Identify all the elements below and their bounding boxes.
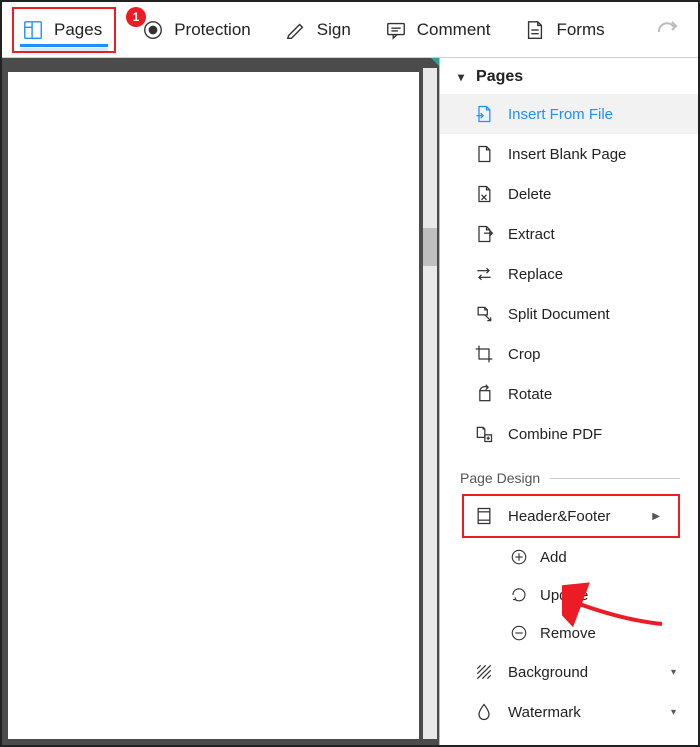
menu-label: Crop bbox=[508, 346, 541, 363]
tab-protection[interactable]: Protection bbox=[134, 13, 259, 47]
menu-delete[interactable]: Delete bbox=[440, 174, 698, 214]
forms-icon bbox=[524, 19, 546, 41]
document-page[interactable] bbox=[8, 72, 419, 739]
menu-label: Background bbox=[508, 664, 588, 681]
tab-sign-label: Sign bbox=[317, 20, 351, 40]
tab-comment-label: Comment bbox=[417, 20, 491, 40]
crop-icon bbox=[474, 344, 494, 364]
menu-label: Insert From File bbox=[508, 106, 613, 123]
comment-icon bbox=[385, 19, 407, 41]
tab-pages-label: Pages bbox=[54, 20, 102, 40]
update-icon bbox=[510, 586, 528, 604]
panel-header[interactable]: ▾ Pages bbox=[440, 64, 698, 94]
menu-label: Combine PDF bbox=[508, 426, 602, 443]
submenu-remove[interactable]: Remove bbox=[440, 614, 698, 652]
tab-comment[interactable]: Comment bbox=[377, 13, 499, 47]
protection-icon bbox=[142, 19, 164, 41]
submenu-label: Add bbox=[540, 549, 567, 566]
menu-label: Replace bbox=[508, 266, 563, 283]
menu-label: Watermark bbox=[508, 704, 581, 721]
menu-replace[interactable]: Replace bbox=[440, 254, 698, 294]
background-icon bbox=[474, 662, 494, 682]
replace-icon bbox=[474, 264, 494, 284]
tab-forms[interactable]: Forms bbox=[516, 13, 612, 47]
rotate-icon bbox=[474, 384, 494, 404]
header-footer-icon bbox=[474, 506, 494, 526]
top-toolbar: Pages Protection Sign Comment Forms bbox=[2, 2, 698, 58]
doc-dropdown-handle[interactable] bbox=[431, 58, 439, 66]
submenu-label: Remove bbox=[540, 625, 596, 642]
menu-label: Insert Blank Page bbox=[508, 146, 626, 163]
menu-label: Extract bbox=[508, 226, 555, 243]
extract-icon bbox=[474, 224, 494, 244]
combine-icon bbox=[474, 424, 494, 444]
pages-panel: ▾ Pages Insert From File Insert Blank Pa… bbox=[440, 58, 698, 745]
insert-file-icon bbox=[474, 104, 494, 124]
tab-sign[interactable]: Sign bbox=[277, 13, 359, 47]
menu-background[interactable]: Background ▾ bbox=[440, 652, 698, 692]
tab-forms-label: Forms bbox=[556, 20, 604, 40]
collapse-caret-icon: ▾ bbox=[458, 70, 464, 84]
submenu-label: Update bbox=[540, 587, 588, 604]
submenu-add[interactable]: Add bbox=[440, 538, 698, 576]
blank-page-icon bbox=[474, 144, 494, 164]
chevron-down-icon: ▾ bbox=[671, 707, 676, 718]
chevron-down-icon: ▾ bbox=[671, 667, 676, 678]
menu-combine[interactable]: Combine PDF bbox=[440, 414, 698, 454]
submenu-update[interactable]: Update bbox=[440, 576, 698, 614]
menu-insert-from-file[interactable]: Insert From File bbox=[440, 94, 698, 134]
submenu-arrow-icon: ▶ bbox=[652, 511, 660, 522]
remove-icon bbox=[510, 624, 528, 642]
page-design-section: Page Design bbox=[440, 454, 698, 494]
pages-menu: Insert From File Insert Blank Page Delet… bbox=[440, 94, 698, 454]
menu-extract[interactable]: Extract bbox=[440, 214, 698, 254]
menu-label: Split Document bbox=[508, 306, 610, 323]
document-pane bbox=[2, 58, 440, 745]
menu-header-footer[interactable]: Header&Footer ▶ bbox=[462, 494, 680, 538]
menu-label: Header&Footer bbox=[508, 508, 611, 525]
menu-label: Rotate bbox=[508, 386, 552, 403]
redo-icon[interactable] bbox=[654, 18, 680, 42]
menu-split[interactable]: Split Document bbox=[440, 294, 698, 334]
menu-watermark[interactable]: Watermark ▾ bbox=[440, 692, 698, 732]
tab-pages[interactable]: Pages bbox=[12, 7, 116, 53]
menu-crop[interactable]: Crop bbox=[440, 334, 698, 374]
main-area: ▾ Pages Insert From File Insert Blank Pa… bbox=[2, 58, 698, 745]
menu-insert-blank[interactable]: Insert Blank Page bbox=[440, 134, 698, 174]
delete-page-icon bbox=[474, 184, 494, 204]
menu-rotate[interactable]: Rotate bbox=[440, 374, 698, 414]
callout-badge-1: 1 bbox=[126, 7, 146, 27]
section-title: Page Design bbox=[460, 470, 540, 486]
split-icon bbox=[474, 304, 494, 324]
watermark-icon bbox=[474, 702, 494, 722]
doc-scrollbar[interactable] bbox=[423, 68, 437, 739]
tab-protection-label: Protection bbox=[174, 20, 251, 40]
panel-title: Pages bbox=[476, 68, 523, 86]
sign-icon bbox=[285, 19, 307, 41]
pages-tab-icon bbox=[22, 19, 44, 41]
menu-label: Delete bbox=[508, 186, 551, 203]
scroll-thumb[interactable] bbox=[423, 228, 437, 266]
add-icon bbox=[510, 548, 528, 566]
